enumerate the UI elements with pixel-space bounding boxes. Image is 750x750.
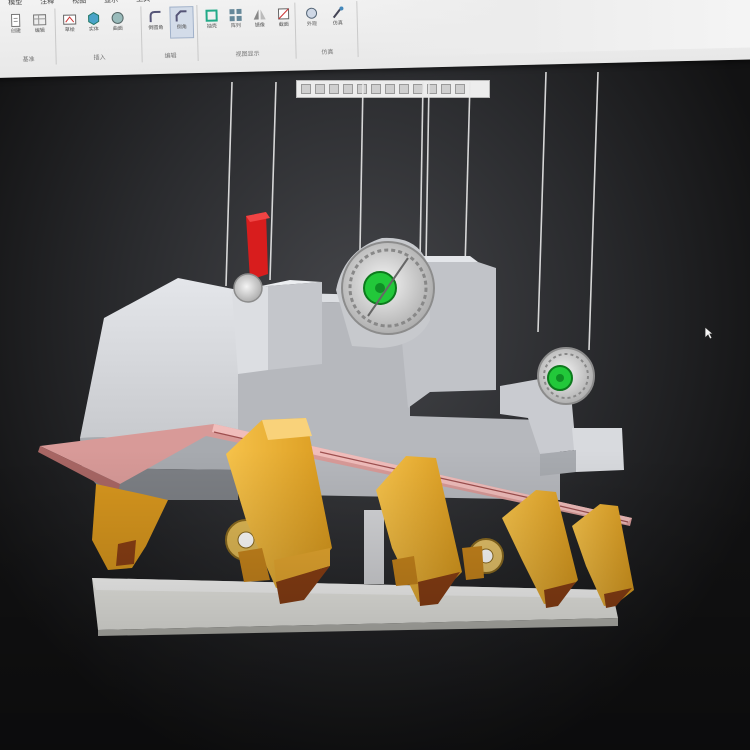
- right-gear-assembly: [537, 347, 595, 405]
- model-viewport[interactable]: [0, 0, 750, 750]
- mouse-cursor-icon: [704, 326, 714, 340]
- red-marker: [246, 212, 270, 280]
- rear-tooth: [392, 556, 418, 586]
- left-small-gear: [233, 273, 263, 303]
- rear-tooth: [462, 546, 484, 580]
- cad-window: 模型 注释 视图 显示 工具 创建 编辑 基准 草绘: [0, 0, 750, 750]
- upper-gear-assembly: [336, 237, 435, 348]
